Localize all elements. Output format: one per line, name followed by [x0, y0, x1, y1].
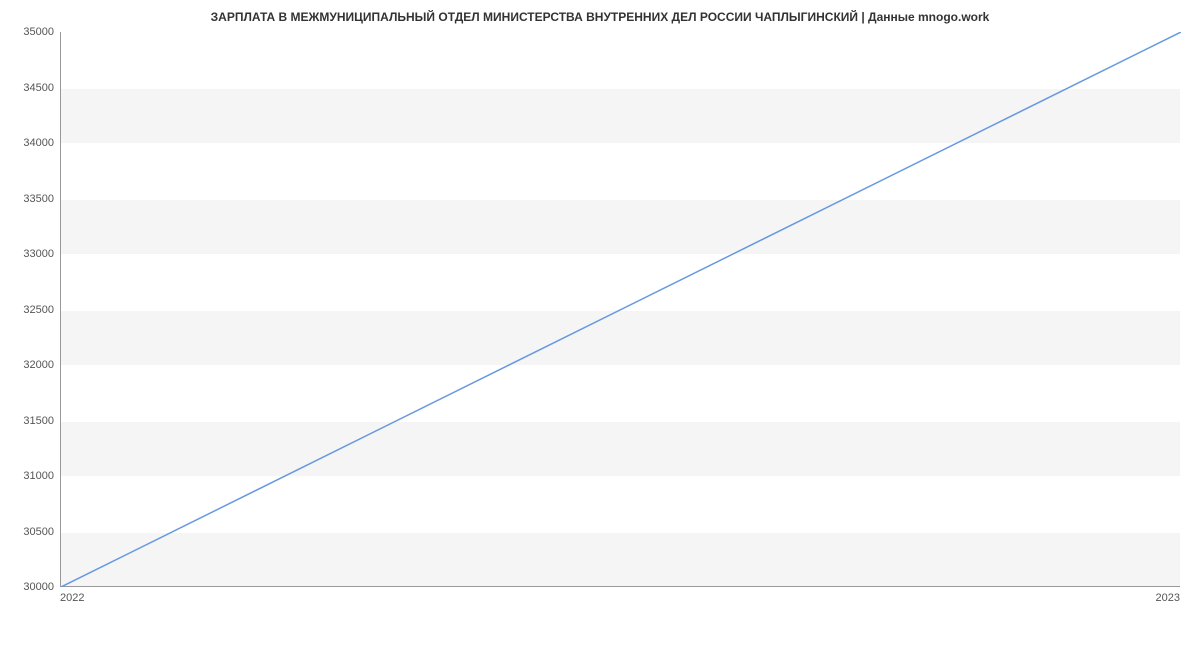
data-line	[61, 32, 1181, 587]
grid-line	[61, 587, 1180, 588]
y-tick-label: 33000	[23, 248, 54, 260]
x-tick-label: 2023	[1156, 592, 1180, 604]
y-tick-label: 31500	[23, 415, 54, 427]
y-tick-label: 32000	[23, 359, 54, 371]
x-tick-label: 2022	[60, 592, 84, 604]
y-tick-label: 30000	[23, 581, 54, 593]
plot-area	[60, 32, 1180, 587]
y-tick-label: 30500	[23, 526, 54, 538]
y-tick-label: 35000	[23, 26, 54, 38]
y-tick-label: 34500	[23, 82, 54, 94]
y-tick-label: 31000	[23, 470, 54, 482]
y-tick-label: 34000	[23, 137, 54, 149]
chart-container: 3000030500310003150032000325003300033500…	[60, 32, 1180, 602]
y-tick-label: 32500	[23, 304, 54, 316]
chart-title: ЗАРПЛАТА В МЕЖМУНИЦИПАЛЬНЫЙ ОТДЕЛ МИНИСТ…	[0, 0, 1200, 32]
y-tick-label: 33500	[23, 193, 54, 205]
